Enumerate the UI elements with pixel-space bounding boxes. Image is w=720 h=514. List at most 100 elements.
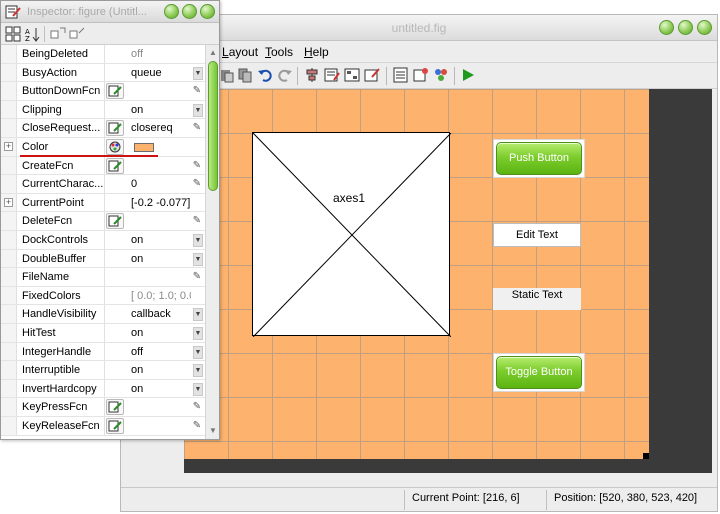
property-row[interactable]: KeyReleaseFcn ✎ xyxy=(1,417,205,436)
expand-toggle-icon[interactable]: + xyxy=(4,142,13,151)
property-row[interactable]: FileName ✎ xyxy=(1,268,205,287)
property-row[interactable]: + CurrentPoint [-0.2 -0.077] xyxy=(1,193,205,213)
layout-canvas[interactable]: axes1 Push Button Edit Text Static Text … xyxy=(184,89,649,459)
static-text-label[interactable]: Static Text xyxy=(493,288,581,310)
axes-component[interactable]: axes1 xyxy=(252,132,451,337)
property-row[interactable]: CreateFcn ✎ xyxy=(1,156,205,176)
property-row[interactable]: Clipping on ▼ xyxy=(1,100,205,120)
property-value[interactable]: off xyxy=(131,346,191,358)
inspector-close-button[interactable] xyxy=(200,4,215,19)
property-row[interactable]: + Color xyxy=(1,138,205,157)
scroll-down-arrow[interactable]: ▼ xyxy=(208,426,218,436)
expand-all-icon[interactable] xyxy=(50,26,66,42)
property-row[interactable]: FixedColors [ 0.0; 1.0; 0.0;... xyxy=(1,286,205,306)
color-swatch[interactable] xyxy=(134,143,154,152)
property-value[interactable]: on xyxy=(131,327,191,339)
redo-icon[interactable] xyxy=(277,67,293,83)
dropdown-arrow-icon[interactable]: ▼ xyxy=(193,345,203,359)
dropdown-arrow-icon[interactable]: ▼ xyxy=(193,364,203,378)
property-row[interactable]: Interruptible on ▼ xyxy=(1,361,205,380)
toolbar-editor-icon[interactable] xyxy=(433,67,449,83)
dropdown-arrow-icon[interactable]: ▼ xyxy=(193,234,203,247)
property-value[interactable]: on xyxy=(131,234,191,246)
property-value[interactable]: closereq xyxy=(131,122,191,134)
categorized-view-icon[interactable] xyxy=(5,26,21,42)
property-row[interactable]: HitTest on ▼ xyxy=(1,324,205,343)
collapse-all-icon[interactable] xyxy=(69,26,85,42)
menu-tools[interactable]: Tools xyxy=(265,45,293,59)
inspector-titlebar[interactable]: Inspector: figure (Untitl... xyxy=(1,1,219,23)
property-row[interactable]: DoubleBuffer on ▼ xyxy=(1,249,205,269)
tab-order-icon[interactable] xyxy=(344,67,360,83)
callback-icon[interactable] xyxy=(106,418,124,434)
property-value[interactable]: queue xyxy=(131,67,191,79)
mfile-editor-icon[interactable] xyxy=(364,67,380,83)
copy-icon[interactable] xyxy=(237,67,253,83)
property-row[interactable]: KeyPressFcn ✎ xyxy=(1,398,205,417)
menu-help[interactable]: Help xyxy=(304,45,329,59)
toggle-button[interactable]: Toggle Button xyxy=(496,356,582,389)
property-name: IntegerHandle xyxy=(22,345,92,358)
undo-icon[interactable] xyxy=(257,67,273,83)
callback-icon[interactable] xyxy=(106,120,124,137)
paste-icon[interactable] xyxy=(219,67,235,83)
property-row[interactable]: CurrentCharac... 0 ✎ xyxy=(1,175,205,194)
dropdown-arrow-icon[interactable]: ▼ xyxy=(193,382,203,396)
push-button[interactable]: Push Button xyxy=(496,142,582,175)
inspector-scroll-thumb[interactable] xyxy=(208,61,218,191)
inspector-scrollbar[interactable]: ▲ ▼ xyxy=(205,45,219,439)
dropdown-arrow-icon[interactable]: ▼ xyxy=(193,252,203,266)
pencil-edit-icon[interactable]: ✎ xyxy=(192,178,202,190)
inspector-maximize-button[interactable] xyxy=(182,4,197,19)
property-value[interactable]: [ 0.0; 1.0; 0.0;... xyxy=(131,290,191,302)
property-row[interactable]: ButtonDownFcn ✎ xyxy=(1,82,205,101)
menu-layout[interactable]: Layout xyxy=(222,45,258,59)
pencil-edit-icon[interactable]: ✎ xyxy=(192,215,202,227)
dropdown-arrow-icon[interactable]: ▼ xyxy=(193,327,203,340)
color-picker-icon[interactable] xyxy=(106,139,124,155)
dropdown-arrow-icon[interactable]: ▼ xyxy=(193,308,203,322)
dropdown-arrow-icon[interactable]: ▼ xyxy=(193,66,203,80)
property-row[interactable]: BusyAction queue ▼ xyxy=(1,63,205,83)
canvas-resize-handle[interactable] xyxy=(643,453,649,459)
property-row[interactable]: HandleVisibility callback ▼ xyxy=(1,305,205,324)
property-value[interactable]: [-0.2 -0.077] xyxy=(131,197,191,209)
property-value[interactable]: on xyxy=(131,383,191,395)
run-icon[interactable] xyxy=(460,67,476,83)
minimize-button[interactable] xyxy=(659,20,674,35)
maximize-button[interactable] xyxy=(678,20,693,35)
alphabetical-sort-icon[interactable]: AZ xyxy=(24,26,40,42)
expand-toggle-icon[interactable]: + xyxy=(4,197,13,207)
callback-icon[interactable] xyxy=(106,399,124,416)
property-row[interactable]: BeingDeleted off xyxy=(1,45,205,64)
scroll-up-arrow[interactable]: ▲ xyxy=(208,48,218,58)
property-value[interactable]: callback xyxy=(131,308,191,320)
property-value[interactable]: on xyxy=(131,364,191,376)
pencil-edit-icon[interactable]: ✎ xyxy=(192,401,202,413)
property-row[interactable]: IntegerHandle off ▼ xyxy=(1,342,205,362)
pencil-edit-icon[interactable]: ✎ xyxy=(192,85,202,97)
pencil-edit-icon[interactable]: ✎ xyxy=(192,122,202,134)
close-button[interactable] xyxy=(697,20,712,35)
pencil-edit-icon[interactable]: ✎ xyxy=(192,160,202,172)
pencil-edit-icon[interactable]: ✎ xyxy=(192,420,202,432)
align-icon[interactable] xyxy=(304,67,320,83)
property-row[interactable]: InvertHardcopy on ▼ xyxy=(1,379,205,399)
dropdown-arrow-icon[interactable]: ▼ xyxy=(193,103,203,117)
pencil-edit-icon[interactable]: ✎ xyxy=(192,271,202,283)
menu-editor-icon[interactable] xyxy=(324,67,340,83)
property-value[interactable]: 0 xyxy=(131,178,191,190)
inspector-minimize-button[interactable] xyxy=(164,4,179,19)
property-inspector-icon[interactable] xyxy=(393,67,409,83)
callback-icon[interactable] xyxy=(106,83,124,100)
edit-text-field[interactable]: Edit Text xyxy=(493,223,581,247)
property-row[interactable]: DeleteFcn ✎ xyxy=(1,212,205,231)
object-browser-icon[interactable] xyxy=(413,67,429,83)
callback-icon[interactable] xyxy=(106,213,124,230)
property-value[interactable]: on xyxy=(131,253,191,265)
property-value[interactable]: off xyxy=(131,48,191,60)
property-row[interactable]: CloseRequest... closereq ✎ xyxy=(1,119,205,138)
callback-icon[interactable] xyxy=(106,157,124,174)
property-row[interactable]: DockControls on ▼ xyxy=(1,231,205,250)
property-value[interactable]: on xyxy=(131,104,191,116)
